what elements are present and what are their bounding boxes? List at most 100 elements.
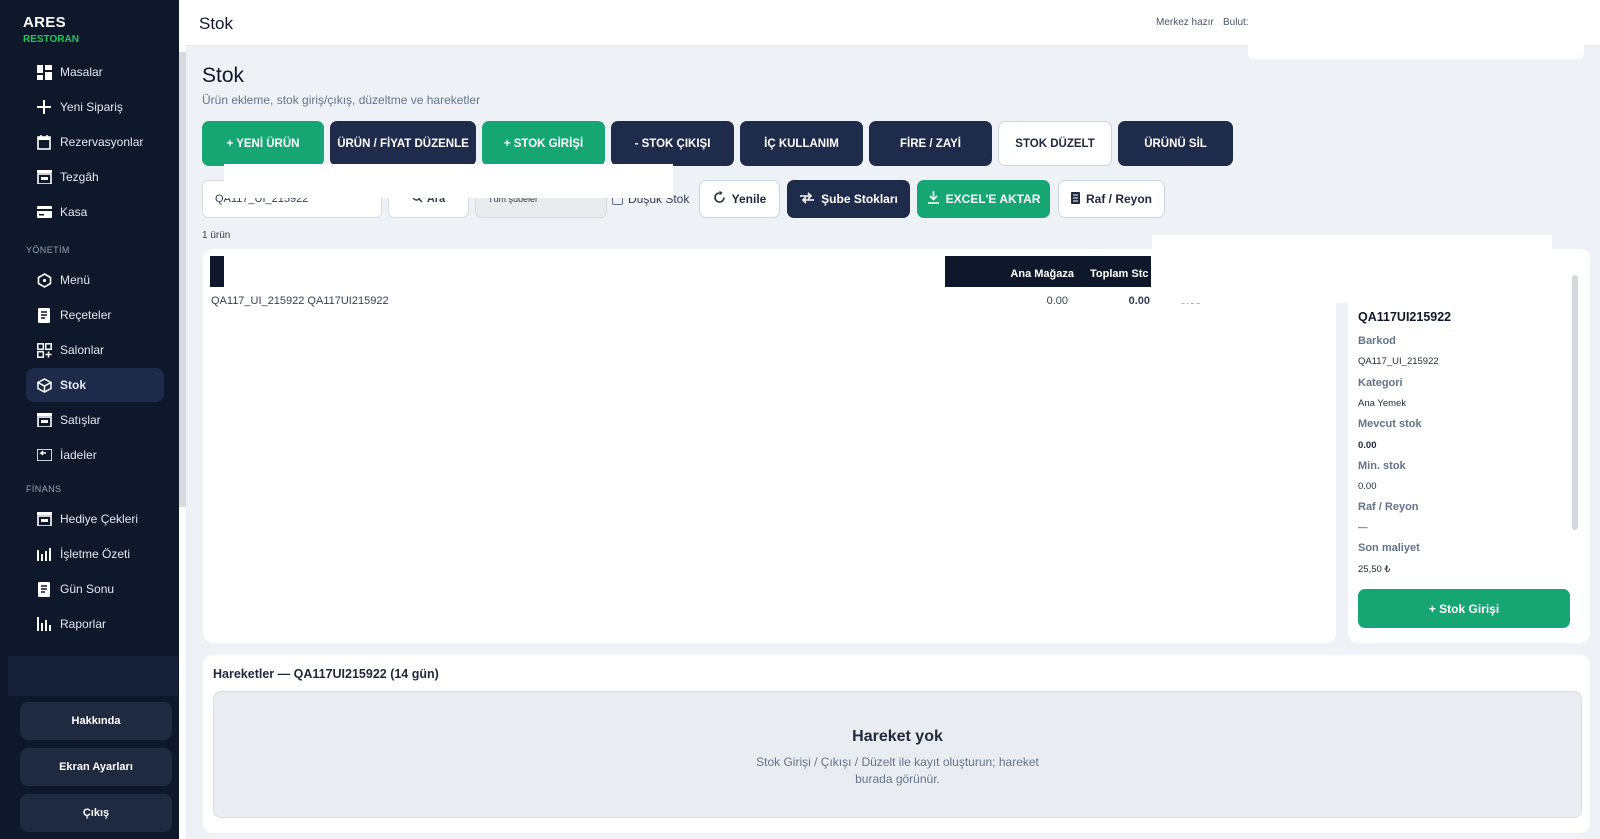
overlay-patch [224,164,673,198]
branch-stocks-label: Şube Stokları [821,192,898,206]
brand-sub: RESTORAN [23,34,79,45]
sidebar-item-iadeler[interactable]: İadeler [26,438,164,472]
sidebar-item-label: Tezgâh [60,170,99,184]
detail-value-category: Ana Yemek [1358,398,1407,409]
box-icon [36,377,52,393]
detail-value-barcode: QA117_UI_215922 [1358,356,1439,367]
sidebar-item-salonlar[interactable]: Salonlar [26,333,164,367]
movements-empty-state: Hareket yok Stok Girişi / Çıkışı / Düzel… [213,691,1582,818]
sidebar-item-label: Hediye Çekleri [60,512,139,526]
sidebar-item-tezgah[interactable]: Tezgâh [26,160,164,194]
sidebar-item-label: Masalar [60,65,103,79]
sidebar-item-label: Gün Sonu [60,582,115,596]
gift-icon [36,511,52,527]
about-button[interactable]: Hakkında [20,702,172,740]
stock-in-button[interactable]: + STOK GİRİŞİ [482,121,605,166]
detail-label-shelf: Raf / Reyon [1358,501,1419,513]
branch-stocks-button[interactable]: Şube Stokları [787,180,910,218]
detail-overlay [1152,235,1552,303]
sidebar-item-hediye-cekleri[interactable]: Hediye Çekleri [26,502,164,536]
logout-button[interactable]: Çıkış [20,794,172,832]
sidebar-item-receteler[interactable]: Reçeteler [26,298,164,332]
sidebar-item-label: Raporlar [60,617,107,631]
counter-icon [36,169,52,185]
empty-text-line2: burada görünür. [855,772,940,786]
result-count: 1 ürün [202,230,231,241]
detail-label-min-stock: Min. stok [1358,460,1406,472]
stock-adjust-button[interactable]: STOK DÜZELT [998,121,1112,166]
excel-export-button[interactable]: EXCEL'E AKTAR [917,180,1050,218]
detail-scrollbar[interactable] [1572,275,1578,530]
sidebar-item-label: Salonlar [60,343,105,357]
product-table-card [203,249,1336,643]
menu-icon [36,272,52,288]
sidebar-item-rezervasyonlar[interactable]: Rezervasyonlar [26,125,164,159]
sidebar-item-label: Menü [60,273,91,287]
sidebar-item-label: Kasa [60,205,88,219]
detail-label-last-cost: Son maliyet [1358,542,1420,554]
brand-name: ARES [23,14,66,31]
row-product-name[interactable]: QA117_UI_215922 QA117UI215922 [211,295,389,307]
sidebar-panel [8,656,178,696]
shelf-icon [1070,191,1080,207]
sidebar-item-raporlar[interactable]: Raporlar [26,607,164,641]
row-ana-magaza: 0.00 [1046,295,1068,307]
hall-icon [36,342,52,358]
shelf-button[interactable]: Raf / Reyon [1058,180,1165,218]
detail-value-min-stock: 0.00 [1358,481,1377,492]
recipe-icon [36,307,52,323]
sidebar: ARES RESTORAN Masalar Yeni Sipariş Rezer… [0,0,179,839]
sidebar-item-stok[interactable]: Stok [26,368,164,402]
page-subtitle: Ürün ekleme, stok giriş/çıkış, düzeltme … [202,93,481,107]
sidebar-item-label: Stok [60,378,87,392]
row-toplam: 0.00 [1128,295,1150,307]
sidebar-item-kasa[interactable]: Kasa [26,195,164,229]
shelf-label: Raf / Reyon [1085,192,1152,206]
detail-label-category: Kategori [1358,377,1403,389]
calendar-icon [36,134,52,150]
sidebar-item-menu[interactable]: Menü [26,263,164,297]
section-management: YÖNETİM [26,245,70,255]
refresh-label: Yenile [731,192,767,206]
detail-stock-in-button[interactable]: + Stok Girişi [1358,589,1570,628]
document-icon [36,581,52,597]
col-ana-magaza: Ana Mağaza [1010,268,1074,280]
page-title: Stok [202,64,245,87]
new-product-button[interactable]: + YENİ ÜRÜN [202,121,324,166]
detail-value-last-cost: 25,50 ₺ [1358,564,1391,575]
edit-product-price-button[interactable]: ÜRÜN / FİYAT DÜZENLE [330,121,476,166]
internal-use-button[interactable]: İÇ KULLANIM [740,121,863,166]
refresh-icon [713,190,726,207]
sidebar-item-yeni-siparis[interactable]: Yeni Sipariş [26,90,164,124]
plus-icon [36,99,52,115]
detail-value-current-stock: 0.00 [1358,440,1377,451]
excel-export-label: EXCEL'E AKTAR [945,192,1041,206]
report-icon [36,616,52,632]
empty-title: Hareket yok [852,728,943,745]
sidebar-item-gun-sonu[interactable]: Gün Sonu [26,572,164,606]
sidebar-item-label: Satışlar [60,413,101,427]
delete-product-button[interactable]: ÜRÜNÜ SİL [1118,121,1233,166]
grid-icon [36,64,52,80]
detail-card [1348,249,1590,643]
status-overlay [1248,14,1584,59]
section-finance: FİNANS [26,484,62,494]
stock-out-button[interactable]: - STOK ÇIKIŞI [611,121,734,166]
sidebar-item-label: Rezervasyonlar [60,135,144,149]
screen-settings-button[interactable]: Ekran Ayarları [20,748,172,786]
empty-text-line1: Stok Girişi / Çıkışı / Düzelt ile kayıt … [756,755,1039,769]
sidebar-item-label: Reçeteler [60,308,112,322]
cash-icon [36,204,52,220]
waste-button[interactable]: FİRE / ZAYİ [869,121,992,166]
sidebar-item-isletme-ozeti[interactable]: İşletme Özeti [26,537,164,571]
sidebar-item-label: İadeler [60,448,97,462]
movements-title: Hareketler — QA117UI215922 (14 gün) [213,667,439,681]
sidebar-item-satislar[interactable]: Satışlar [26,403,164,437]
detail-label-current-stock: Mevcut stok [1358,418,1422,430]
sidebar-item-label: Yeni Sipariş [60,100,123,114]
sidebar-item-masalar[interactable]: Masalar [26,55,164,89]
refresh-button[interactable]: Yenile [699,180,780,218]
brand: ARES RESTORAN [23,14,79,45]
sidebar-scrollbar[interactable] [179,52,186,507]
return-icon [36,447,52,463]
